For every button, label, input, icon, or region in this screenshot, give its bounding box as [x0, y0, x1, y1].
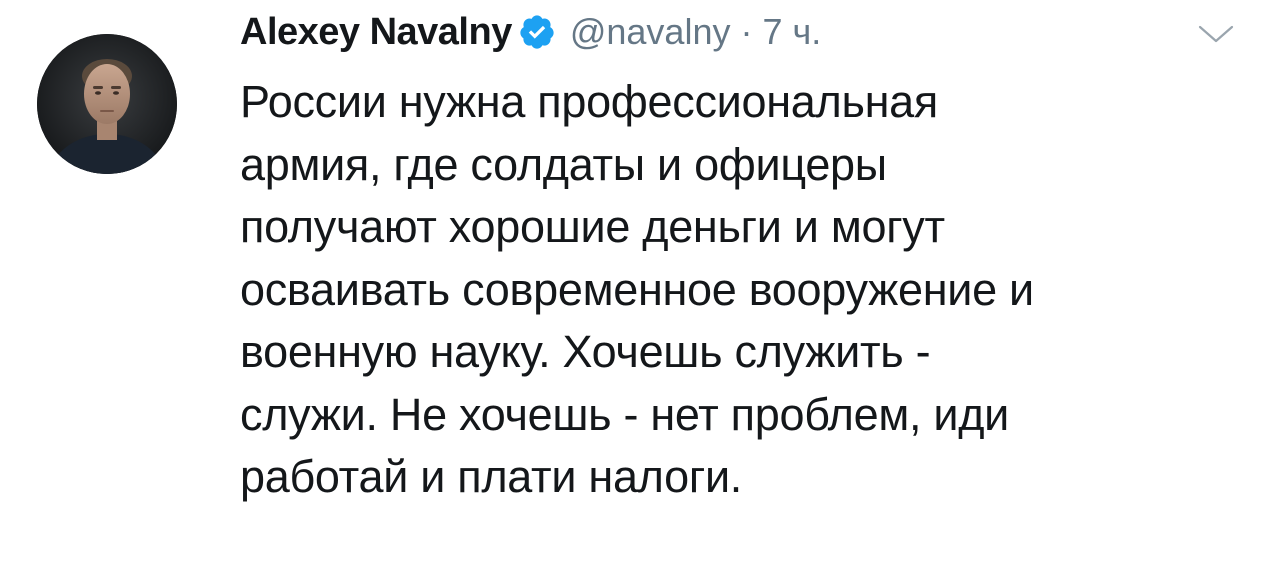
tweet-text-line: получают хорошие деньги и могут: [240, 201, 945, 252]
tweet-text-line: служи. Не хочешь - нет проблем, иди: [240, 388, 1010, 440]
tweet-text-line: армия, где солдаты и офицеры: [240, 138, 887, 190]
tweet-text-line: работай и плати налоги.: [240, 451, 743, 502]
author-name[interactable]: Alexey Navalny: [240, 11, 512, 54]
author-handle[interactable]: @navalny: [570, 11, 731, 53]
verified-badge-icon: [518, 13, 556, 51]
tweet-text: России нужна профессиональная армия, где…: [240, 71, 1230, 509]
tweet-card: Alexey Navalny @navalny · 7 ч. России ну…: [0, 0, 1280, 573]
tweet-timestamp[interactable]: 7 ч.: [762, 11, 821, 53]
chevron-down-icon[interactable]: [1196, 22, 1236, 46]
tweet-text-line: осваивать современное вооружение и: [240, 263, 1034, 315]
tweet-text-line: России нужна профессиональная: [240, 76, 938, 127]
avatar-image: [37, 34, 177, 174]
avatar[interactable]: [37, 34, 177, 174]
tweet-header: Alexey Navalny @navalny · 7 ч.: [240, 6, 821, 58]
separator-dot: ·: [740, 11, 753, 52]
tweet-text-line: военную науку. Хочешь служить -: [240, 326, 931, 377]
